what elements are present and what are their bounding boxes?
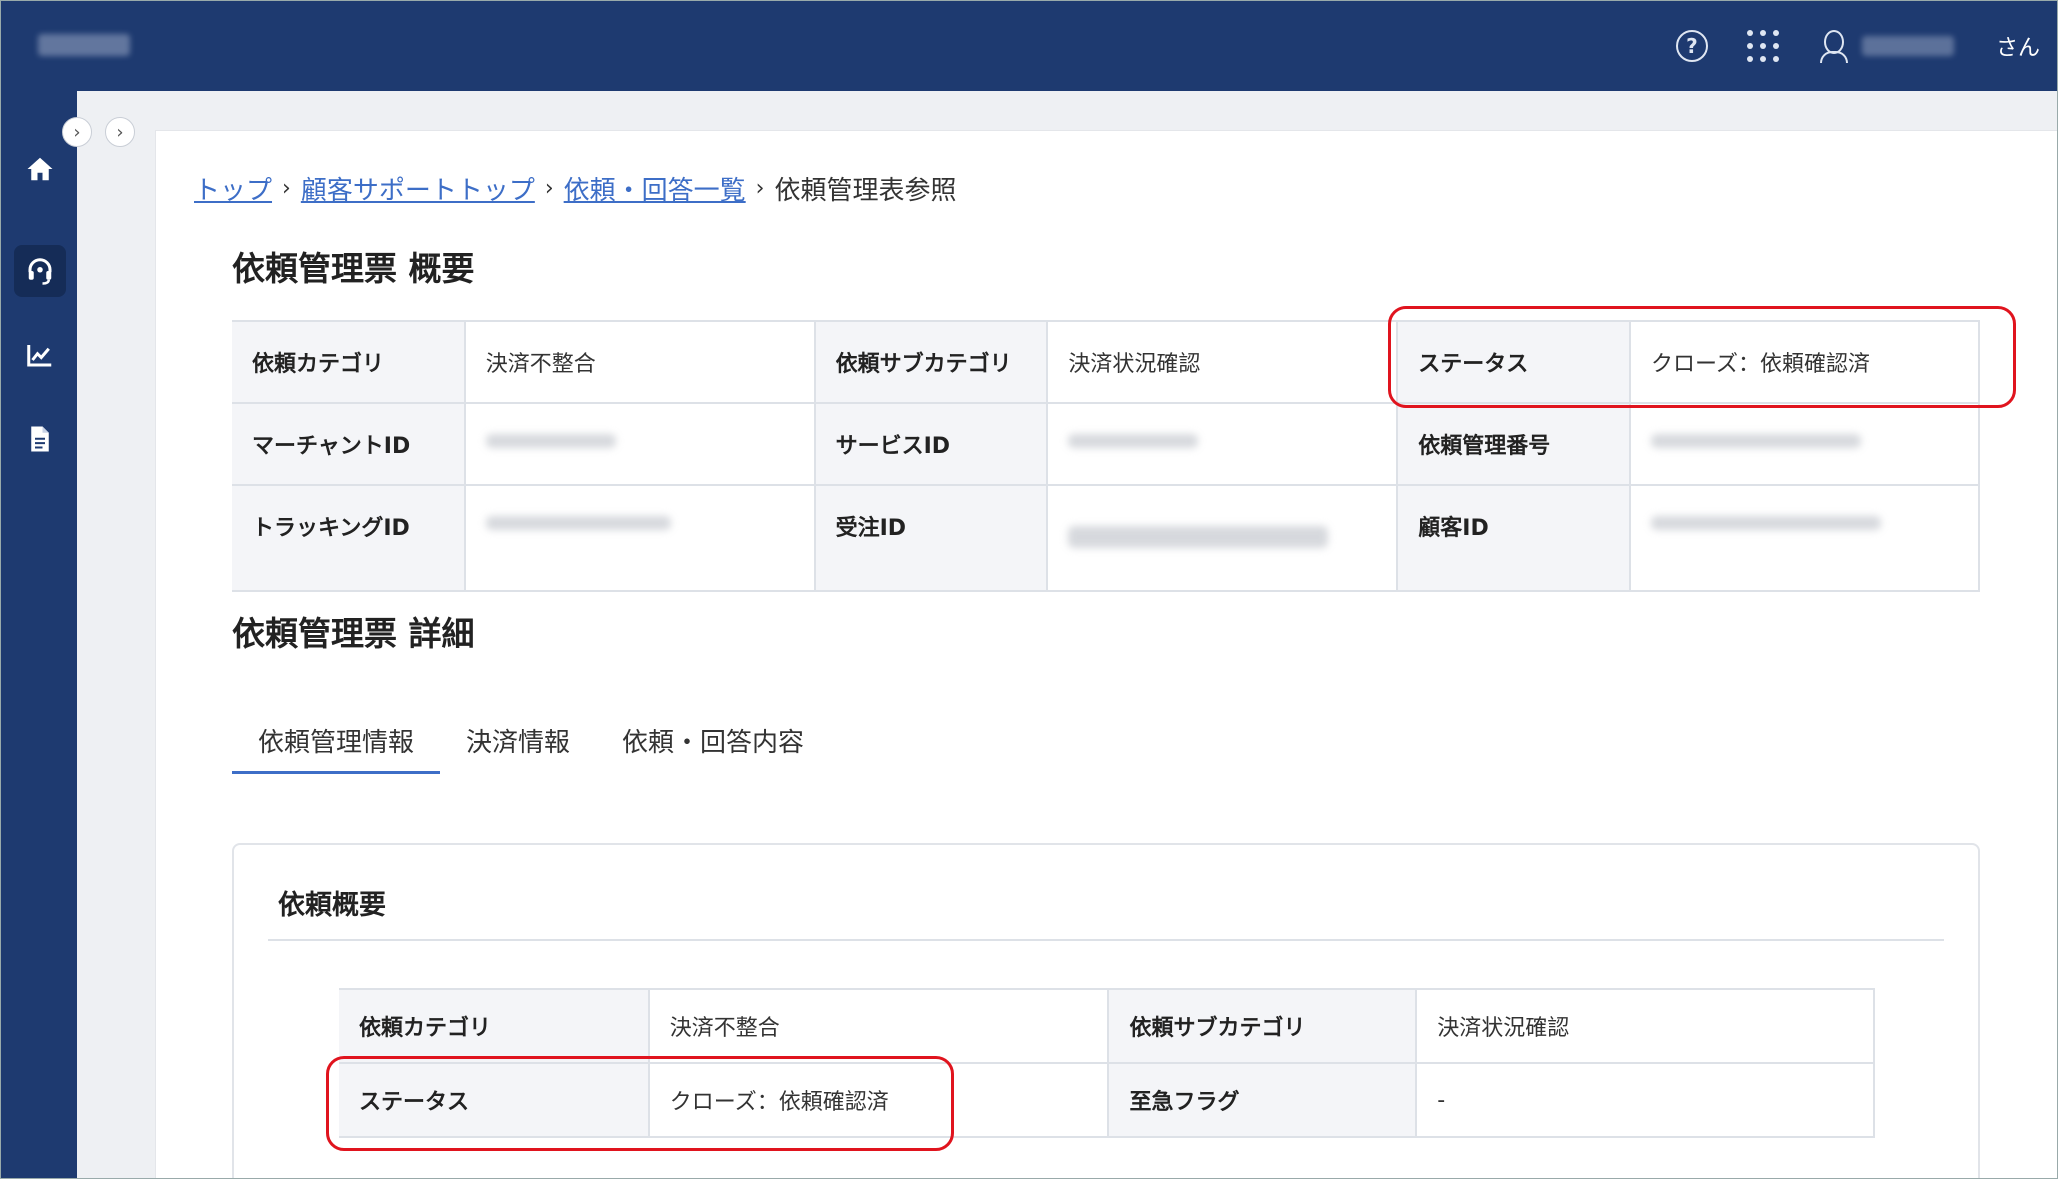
field-value: 決済状況確認 (1046, 320, 1399, 404)
breadcrumb-link-support-top[interactable]: 顧客サポートトップ (301, 170, 535, 207)
home-icon (27, 157, 53, 181)
field-label: 依頼サブカテゴリ (1108, 988, 1417, 1064)
field-value: 決済不整合 (647, 988, 1110, 1064)
table-row: 依頼カテゴリ 決済不整合 依頼サブカテゴリ 決済状況確認 ステータス クローズ：… (232, 320, 1980, 404)
header-actions: ? さん (1675, 0, 2058, 91)
customer-id-value-redacted (1629, 484, 1980, 592)
request-summary-table: 依頼カテゴリ 決済不整合 依頼サブカテゴリ 決済状況確認 ステータス クローズ：… (339, 988, 1875, 1138)
sidebar-item-support[interactable] (14, 245, 66, 297)
table-row: 依頼カテゴリ 決済不整合 依頼サブカテゴリ 決済状況確認 (339, 988, 1875, 1064)
field-label: 依頼カテゴリ (339, 988, 649, 1064)
order-id-value-redacted (1046, 484, 1399, 592)
field-label: ステータス (1397, 320, 1631, 404)
status-value: クローズ：依頼確認済 (1629, 320, 1980, 404)
field-label: ステータス (339, 1062, 649, 1138)
breadcrumb-current: 依頼管理表参照 (774, 176, 957, 206)
sidebar-item-home[interactable] (14, 143, 66, 195)
table-row: トラッキングID 受注ID 顧客ID (232, 484, 1980, 592)
detail-title: 依頼管理票 詳細 (232, 614, 475, 653)
service-id-value-redacted (1046, 402, 1399, 486)
user-suffix: さん (1995, 35, 2040, 61)
breadcrumb-separator-icon: › (544, 176, 554, 201)
field-label: サービスID (814, 402, 1048, 486)
headset-icon (28, 258, 52, 285)
panel-expand-toggle[interactable]: › (105, 117, 135, 147)
field-label: 顧客ID (1397, 484, 1631, 592)
divider (268, 939, 1944, 941)
apps-grid-icon[interactable] (1746, 29, 1780, 63)
request-number-value-redacted (1629, 402, 1980, 486)
tab-request-management-info[interactable]: 依頼管理情報 (232, 712, 441, 774)
chevron-right-icon: › (116, 121, 124, 143)
sidebar-collapse-toggle[interactable]: › (62, 117, 92, 147)
sidebar (0, 91, 77, 1179)
sidebar-item-analytics[interactable] (14, 329, 66, 381)
document-icon (31, 426, 49, 452)
field-label: 至急フラグ (1108, 1062, 1417, 1138)
field-label: トラッキングID (232, 484, 465, 592)
breadcrumb-separator-icon: › (282, 176, 291, 201)
user-name-redacted[interactable] (1861, 35, 1954, 56)
card-title: 依頼概要 (278, 890, 386, 921)
merchant-id-value-redacted (463, 402, 816, 486)
overview-table: 依頼カテゴリ 決済不整合 依頼サブカテゴリ 決済状況確認 ステータス クローズ：… (232, 320, 1980, 592)
chevron-right-icon: › (73, 121, 81, 143)
detail-tabs: 依頼管理情報 決済情報 依頼・回答内容 (232, 712, 830, 774)
user-icon[interactable] (1819, 29, 1848, 63)
breadcrumb: トップ › 顧客サポートトップ › 依頼・回答一覧 › 依頼管理表参照 (194, 170, 957, 207)
tracking-id-value-redacted (463, 484, 816, 592)
top-header: ? さん (0, 0, 2058, 91)
field-label: マーチャントID (232, 402, 465, 486)
overview-title: 依頼管理票 概要 (232, 249, 475, 288)
field-label: 依頼サブカテゴリ (814, 320, 1048, 404)
table-row: ステータス クローズ：依頼確認済 至急フラグ - (339, 1062, 1875, 1138)
chart-icon (27, 345, 52, 367)
app-logo-redacted[interactable] (38, 34, 130, 56)
field-label: 受注ID (814, 484, 1048, 592)
tab-request-response-content[interactable]: 依頼・回答内容 (596, 712, 830, 774)
tab-payment-info[interactable]: 決済情報 (440, 712, 596, 774)
status-value: クローズ：依頼確認済 (647, 1062, 1110, 1138)
field-label: 依頼カテゴリ (232, 320, 465, 404)
breadcrumb-link-top[interactable]: トップ (194, 170, 272, 207)
urgent-flag-value: - (1415, 1062, 1875, 1138)
request-summary-card: 依頼概要 依頼カテゴリ 決済不整合 依頼サブカテゴリ 決済状況確認 ステータス … (232, 843, 1980, 1179)
table-row: マーチャントID サービスID 依頼管理番号 (232, 402, 1980, 486)
field-value: 決済不整合 (463, 320, 816, 404)
help-icon[interactable]: ? (1675, 29, 1708, 62)
breadcrumb-separator-icon: › (755, 176, 765, 201)
breadcrumb-link-request-list[interactable]: 依頼・回答一覧 (564, 170, 746, 207)
field-value: 決済状況確認 (1415, 988, 1875, 1064)
sidebar-item-documents[interactable] (14, 413, 66, 465)
field-label: 依頼管理番号 (1397, 402, 1631, 486)
